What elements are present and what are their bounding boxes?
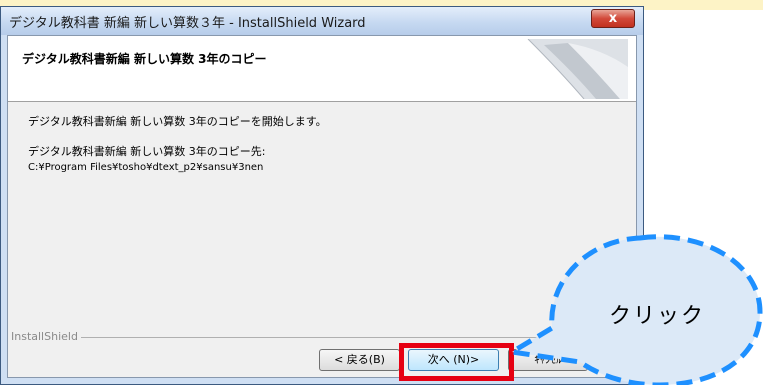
- callout-text: クリック: [609, 304, 706, 329]
- destination-label: デジタル教科書新編 新しい算数 3年のコピー先:: [28, 145, 266, 158]
- cancel-button[interactable]: ｷｬﾝｾﾙ: [508, 349, 588, 371]
- destination-path: C:¥Program Files¥tosho¥dtext_p2¥sansu¥3n…: [28, 162, 264, 173]
- next-button-highlight: [399, 343, 514, 381]
- wizard-client-area: デジタル教科書新編 新しい算数 3年のコピー デジタル教科書新編 新しい算数 3…: [7, 35, 637, 378]
- installshield-page-curl-graphic: [527, 39, 628, 99]
- footer-divider: [81, 337, 626, 338]
- installer-window: デジタル教科書 新編 新しい算数３年 - InstallShield Wizar…: [0, 6, 644, 385]
- back-button[interactable]: < 戻る(B): [319, 349, 400, 371]
- title-bar[interactable]: デジタル教科書 新編 新しい算数３年 - InstallShield Wizar…: [1, 7, 643, 35]
- close-icon: x: [608, 11, 618, 26]
- header-title: デジタル教科書新編 新しい算数 3年のコピー: [22, 52, 267, 66]
- wizard-header: デジタル教科書新編 新しい算数 3年のコピー: [8, 36, 636, 102]
- window-title: デジタル教科書 新編 新しい算数３年 - InstallShield Wizar…: [9, 16, 366, 31]
- installshield-brand: InstallShield: [11, 330, 78, 343]
- close-button[interactable]: x: [591, 9, 635, 28]
- copy-start-message: デジタル教科書新編 新しい算数 3年のコピーを開始します。: [28, 115, 327, 128]
